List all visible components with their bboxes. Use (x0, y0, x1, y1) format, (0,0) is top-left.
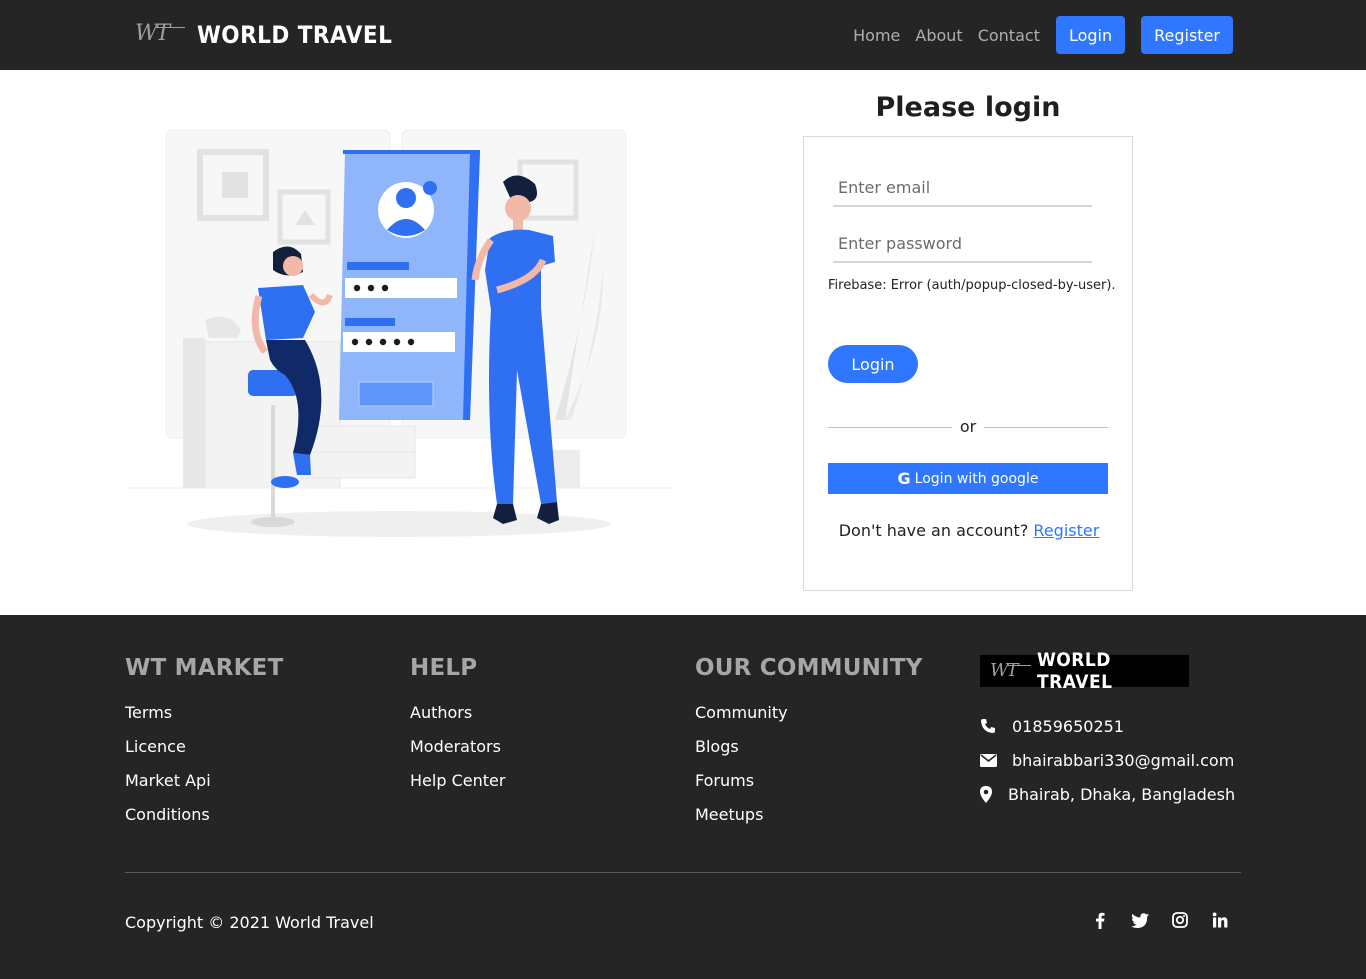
footer-link-meetups[interactable]: Meetups (695, 805, 923, 839)
login-title: Please login (875, 92, 1061, 123)
nav-login-button[interactable]: Login (1055, 16, 1126, 54)
brand-logo[interactable]: WT WORLD TRAVEL (133, 17, 414, 53)
footer-brand-mark: WT (988, 659, 1031, 683)
footer-col-contact: WT WORLD TRAVEL 01859650251 bhairabbari3… (980, 649, 1235, 811)
google-login-label: Login with google (914, 470, 1039, 487)
nav-link-about[interactable]: About (915, 26, 962, 45)
contact-address: Bhairab, Dhaka, Bangladesh (980, 777, 1235, 811)
footer-link-forums[interactable]: Forums (695, 771, 923, 805)
linkedin-icon[interactable] (1211, 911, 1229, 929)
footer-brand-name: WORLD TRAVEL (1036, 649, 1113, 693)
login-card: Firebase: Error (auth/popup-closed-by-us… (803, 136, 1133, 591)
footer-link-market-api[interactable]: Market Api (125, 771, 284, 805)
footer-col-help: HELP Authors Moderators Help Center (410, 655, 505, 805)
or-divider: or (828, 417, 1108, 439)
footer-heading-market: WT MARKET (125, 655, 284, 681)
footer-link-help-center[interactable]: Help Center (410, 771, 505, 805)
error-message: Firebase: Error (auth/popup-closed-by-us… (828, 278, 1116, 293)
contact-phone: 01859650251 (980, 709, 1235, 743)
phone-icon (980, 718, 1012, 734)
footer-link-licence[interactable]: Licence (125, 737, 284, 771)
nav-links: Home About Contact Login Register (853, 16, 1233, 54)
instagram-icon[interactable] (1171, 911, 1189, 929)
password-field[interactable] (833, 225, 1092, 263)
footer-divider (125, 872, 1241, 873)
nav-link-home[interactable]: Home (853, 26, 900, 45)
signup-prompt-text: Don't have an account? (838, 521, 1029, 540)
copyright: Copyright © 2021 World Travel (125, 913, 374, 932)
login-illustration (125, 129, 673, 537)
footer-link-conditions[interactable]: Conditions (125, 805, 284, 839)
footer-link-moderators[interactable]: Moderators (410, 737, 505, 771)
footer-link-blogs[interactable]: Blogs (695, 737, 923, 771)
footer-link-terms[interactable]: Terms (125, 703, 284, 737)
nav-link-contact[interactable]: Contact (978, 26, 1040, 45)
facebook-icon[interactable] (1091, 911, 1109, 929)
contact-email: bhairabbari330@gmail.com (980, 743, 1235, 777)
login-button[interactable]: Login (828, 345, 918, 383)
footer-heading-community: OUR COMMUNITY (695, 655, 923, 681)
contact-address-text: Bhairab, Dhaka, Bangladesh (1008, 784, 1236, 804)
register-link[interactable]: Register (1033, 521, 1099, 540)
footer-heading-help: HELP (410, 655, 478, 681)
email-field[interactable] (833, 169, 1092, 207)
footer-col-market: WT MARKET Terms Licence Market Api Condi… (125, 655, 284, 839)
navbar: WT WORLD TRAVEL Home About Contact Login… (0, 0, 1366, 70)
footer-logo: WT WORLD TRAVEL (980, 649, 1189, 693)
envelope-icon (980, 753, 1012, 767)
google-login-button[interactable]: G Login with google (828, 463, 1108, 494)
google-icon: G (897, 469, 911, 488)
signup-prompt: Don't have an account? Register (804, 521, 1134, 540)
nav-register-button[interactable]: Register (1141, 16, 1233, 54)
contact-phone-text: 01859650251 (1012, 716, 1124, 736)
twitter-icon[interactable] (1131, 911, 1149, 929)
footer-col-community: OUR COMMUNITY Community Blogs Forums Mee… (695, 655, 923, 839)
brand-name: WORLD TRAVEL (197, 21, 393, 49)
footer-link-authors[interactable]: Authors (410, 703, 505, 737)
social-links (1091, 911, 1229, 929)
footer-link-community[interactable]: Community (695, 703, 923, 737)
contact-email-text: bhairabbari330@gmail.com (1012, 750, 1235, 770)
map-marker-icon (980, 785, 1008, 803)
footer: WT MARKET Terms Licence Market Api Condi… (0, 615, 1366, 979)
brand-mark: WT (133, 20, 185, 50)
